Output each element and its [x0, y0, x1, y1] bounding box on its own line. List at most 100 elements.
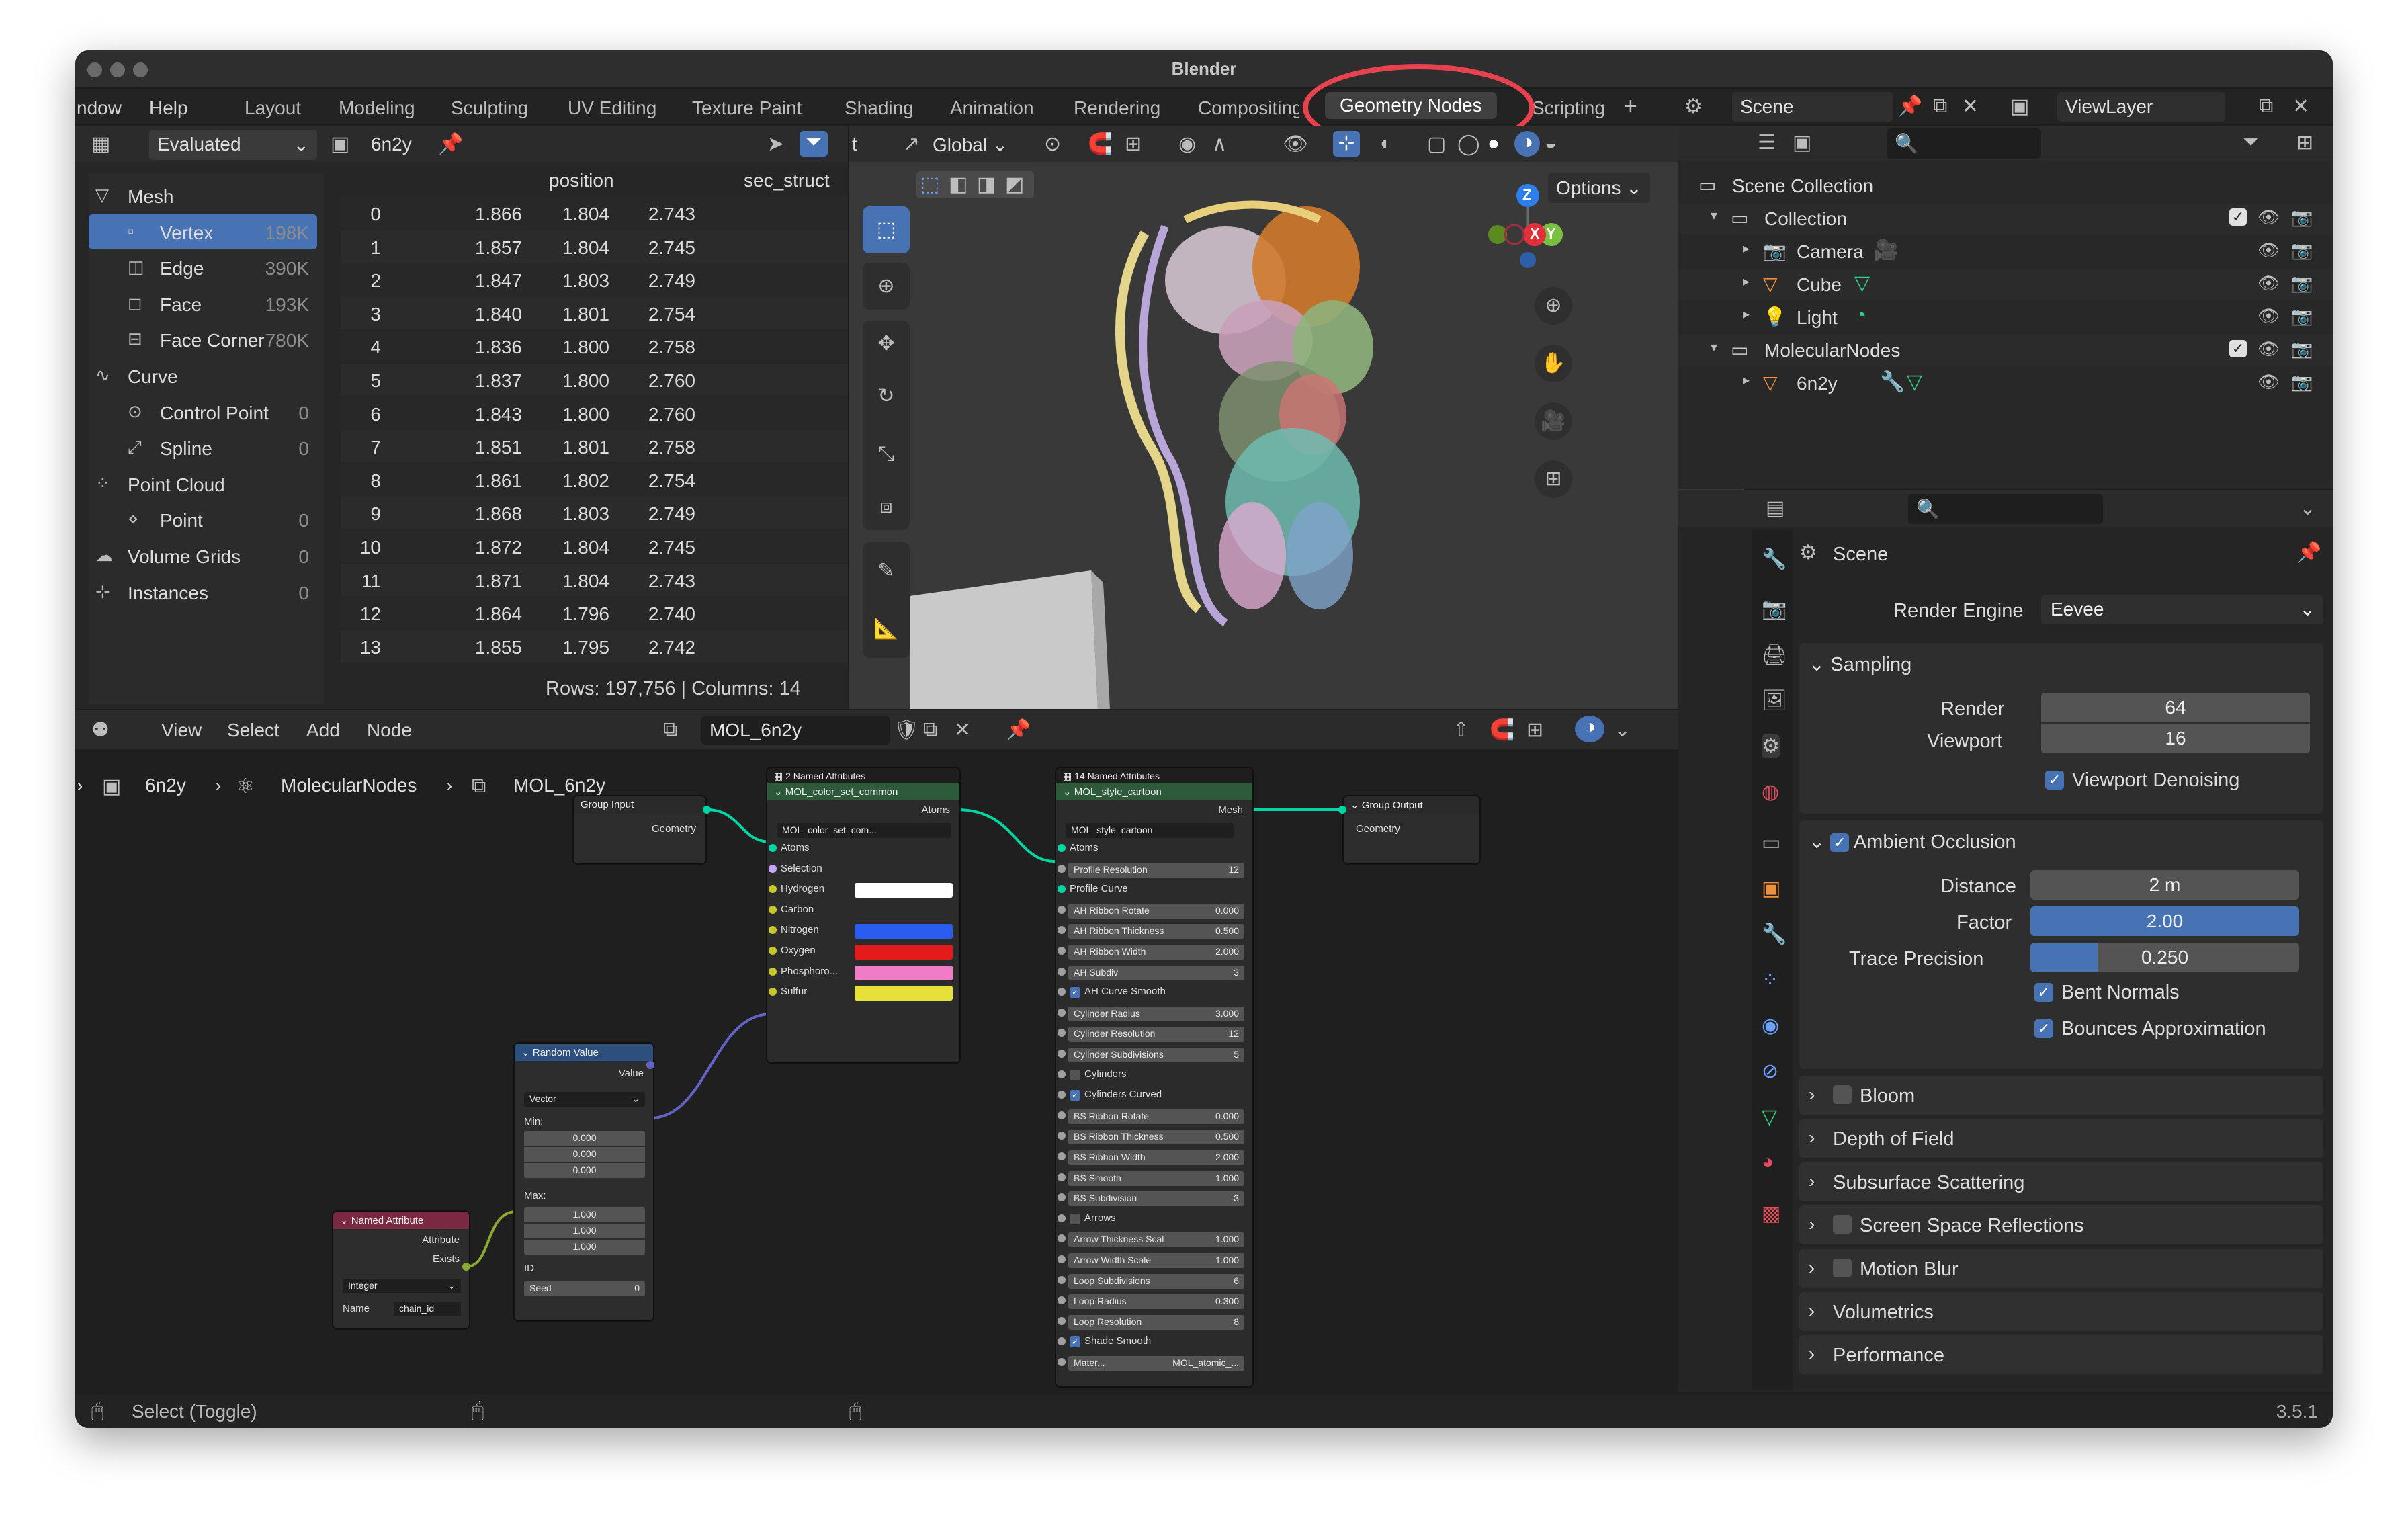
new-scene-icon[interactable]: ⧉ — [1933, 95, 1947, 118]
view-layer-selector[interactable]: ViewLayer — [2057, 92, 2225, 122]
table-row[interactable]: 3 1.840 1.801 2.754 — [341, 296, 848, 329]
mesh-data-icon[interactable]: ▽ — [1907, 370, 1922, 394]
input-checkbox[interactable]: ✓ — [1070, 1336, 1080, 1348]
gizmo-neg-z-axis[interactable] — [1520, 252, 1536, 268]
outliner-item[interactable]: ▸ ▽ Cube 👁 📷 ▽ — [1678, 269, 2333, 300]
table-row[interactable]: 8 1.861 1.802 2.754 — [341, 463, 848, 496]
perspective-grid-icon[interactable]: ⊞ — [1535, 460, 1572, 498]
input-socket[interactable] — [1058, 1029, 1066, 1037]
input-field[interactable]: Mater... MOL_atomic_... — [1068, 1356, 1244, 1371]
table-row[interactable]: 4 1.836 1.800 2.758 — [341, 330, 848, 363]
color-set-node[interactable]: ▦ 2 Named Attributes ⌄ MOL_color_set_com… — [766, 767, 961, 1064]
ambient-occlusion-checkbox[interactable]: ✓ — [1830, 833, 1850, 853]
input-checkbox[interactable] — [1070, 1069, 1080, 1080]
attribute-type-dropdown[interactable]: Integer ⌄ — [343, 1279, 461, 1293]
color-swatch[interactable] — [855, 924, 953, 939]
input-socket[interactable] — [769, 864, 777, 873]
texture-tab-icon[interactable]: ▩ — [1762, 1202, 1780, 1226]
table-row[interactable]: 7 1.851 1.801 2.758 — [341, 430, 848, 463]
editor-type-icon[interactable]: ▤ — [1766, 497, 1784, 520]
table-row[interactable]: 2 1.847 1.803 2.749 — [341, 263, 848, 296]
tab-animation[interactable]: Animation — [950, 97, 1034, 119]
input-socket[interactable] — [1058, 1173, 1066, 1181]
table-row[interactable]: 0 1.866 1.804 2.743 — [341, 197, 848, 229]
collection-tab-icon[interactable]: ▭ — [1762, 831, 1780, 855]
input-socket[interactable] — [1058, 1316, 1066, 1325]
input-field[interactable]: Arrow Thickness Scal 1.000 — [1068, 1232, 1244, 1248]
input-socket[interactable] — [1058, 926, 1066, 935]
table-row[interactable]: 5 1.837 1.800 2.760 — [341, 364, 848, 396]
modifier-tab-icon[interactable]: 🔧 — [1762, 923, 1787, 946]
pan-hand-icon[interactable]: ✋ — [1535, 345, 1572, 382]
input-socket[interactable] — [1058, 1132, 1066, 1140]
collapsed-panel[interactable]: › Motion Blur — [1799, 1248, 2323, 1288]
group-output-node[interactable]: ⌄ Group Output Geometry — [1342, 795, 1481, 865]
outliner-item[interactable]: ▸ 💡 Light 👁 📷 ◔ — [1678, 302, 2333, 333]
name-field[interactable]: chain_id — [394, 1302, 461, 1316]
add-workspace-icon[interactable]: + — [1624, 93, 1637, 120]
input-field[interactable]: BS Ribbon Thickness 0.500 — [1068, 1130, 1244, 1145]
display-mode-icon[interactable]: ▣ — [1793, 131, 1811, 155]
input-socket[interactable] — [1058, 1275, 1066, 1284]
input-socket[interactable] — [769, 988, 777, 996]
domain-item[interactable]: ▫ Vertex 198K — [89, 214, 317, 249]
factor-slider[interactable]: 2.00 — [2030, 906, 2299, 936]
pin-icon[interactable]: 📌 — [1897, 95, 1922, 118]
input-socket[interactable] — [1058, 864, 1066, 873]
min-x-field[interactable]: 0.000 — [524, 1131, 645, 1146]
input-socket[interactable] — [1058, 967, 1066, 976]
input-field[interactable]: BS Subdivision 3 — [1068, 1191, 1244, 1207]
input-socket[interactable] — [1058, 1296, 1066, 1305]
light-data-icon[interactable]: ◔ — [1854, 304, 1866, 327]
input-field[interactable]: BS Ribbon Rotate 0.000 — [1068, 1109, 1244, 1124]
collapsed-panel[interactable]: › Performance — [1799, 1335, 2323, 1375]
data-tab-icon[interactable]: ▽ — [1762, 1105, 1777, 1129]
scene-selector[interactable]: Scene — [1732, 92, 1893, 122]
tab-texture-paint[interactable]: Texture Paint — [692, 97, 802, 119]
max-z-field[interactable]: 1.000 — [524, 1240, 645, 1255]
input-field[interactable]: Cylinder Resolution 12 — [1068, 1027, 1244, 1042]
modifier-icon[interactable]: 🔧 — [1880, 370, 1905, 394]
style-cartoon-node[interactable]: ▦ 14 Named Attributes ⌄ MOL_style_cartoo… — [1055, 767, 1254, 1388]
color-swatch[interactable] — [855, 883, 953, 898]
table-row[interactable]: 9 1.868 1.803 2.749 — [341, 497, 848, 529]
gizmo-neg-x-axis[interactable] — [1504, 224, 1525, 245]
input-socket[interactable] — [1058, 1193, 1066, 1202]
collapsed-panel[interactable]: › Bloom — [1799, 1076, 2323, 1115]
object-tab-icon[interactable]: ▣ — [1762, 877, 1780, 900]
input-field[interactable]: BS Smooth 1.000 — [1068, 1171, 1244, 1186]
max-x-field[interactable]: 1.000 — [524, 1207, 645, 1222]
tab-scripting[interactable]: Scripting — [1532, 97, 1606, 119]
input-socket[interactable] — [769, 905, 777, 914]
scene-icon[interactable]: ⚙ — [1684, 95, 1703, 118]
group-selector[interactable]: MOL_color_set_com... — [777, 823, 951, 838]
input-socket[interactable] — [1058, 947, 1066, 955]
render-camera-icon[interactable]: 📷 — [2291, 339, 2313, 359]
render-camera-icon[interactable]: 📷 — [2291, 273, 2313, 294]
attribute-output-socket[interactable] — [462, 1263, 470, 1271]
visibility-eye-icon[interactable]: 👁 — [2258, 207, 2280, 228]
table-row[interactable]: 11 1.871 1.804 2.743 — [341, 563, 848, 596]
domain-item[interactable]: ▽ Mesh — [89, 178, 317, 213]
domain-item[interactable]: ⊟ Face Corner 780K — [89, 322, 317, 357]
filter-icon[interactable]: ⏷ — [2243, 131, 2259, 154]
world-tab-icon[interactable]: ◍ — [1762, 780, 1779, 804]
material-tab-icon[interactable]: ◕ — [1762, 1151, 1774, 1174]
color-swatch[interactable] — [855, 986, 953, 1001]
domain-item[interactable]: ⋄ Point 0 — [89, 502, 317, 537]
domain-item[interactable]: ⤢ Spline 0 — [89, 430, 317, 465]
menu-help[interactable]: Help — [149, 97, 188, 119]
input-field[interactable]: Arrow Width Scale 1.000 — [1068, 1253, 1244, 1268]
input-field[interactable]: BS Ribbon Width 2.000 — [1068, 1150, 1244, 1165]
named-attribute-node[interactable]: ⌄ Named Attribute Attribute Exists Integ… — [332, 1210, 470, 1330]
min-z-field[interactable]: 0.000 — [524, 1163, 645, 1178]
column-header-position[interactable]: position — [549, 170, 614, 192]
input-socket[interactable] — [1058, 1337, 1066, 1346]
properties-search-input[interactable]: 🔍 — [1908, 494, 2103, 524]
geometry-output-socket[interactable] — [703, 806, 711, 814]
camera-view-icon[interactable]: 🎥 — [1535, 402, 1572, 440]
viewport-denoising-checkbox[interactable]: ✓ — [2045, 771, 2064, 790]
tab-geometry-nodes[interactable]: Geometry Nodes — [1325, 92, 1497, 119]
domain-item[interactable]: ⊙ Control Point 0 — [89, 394, 317, 429]
input-socket[interactable] — [769, 947, 777, 955]
